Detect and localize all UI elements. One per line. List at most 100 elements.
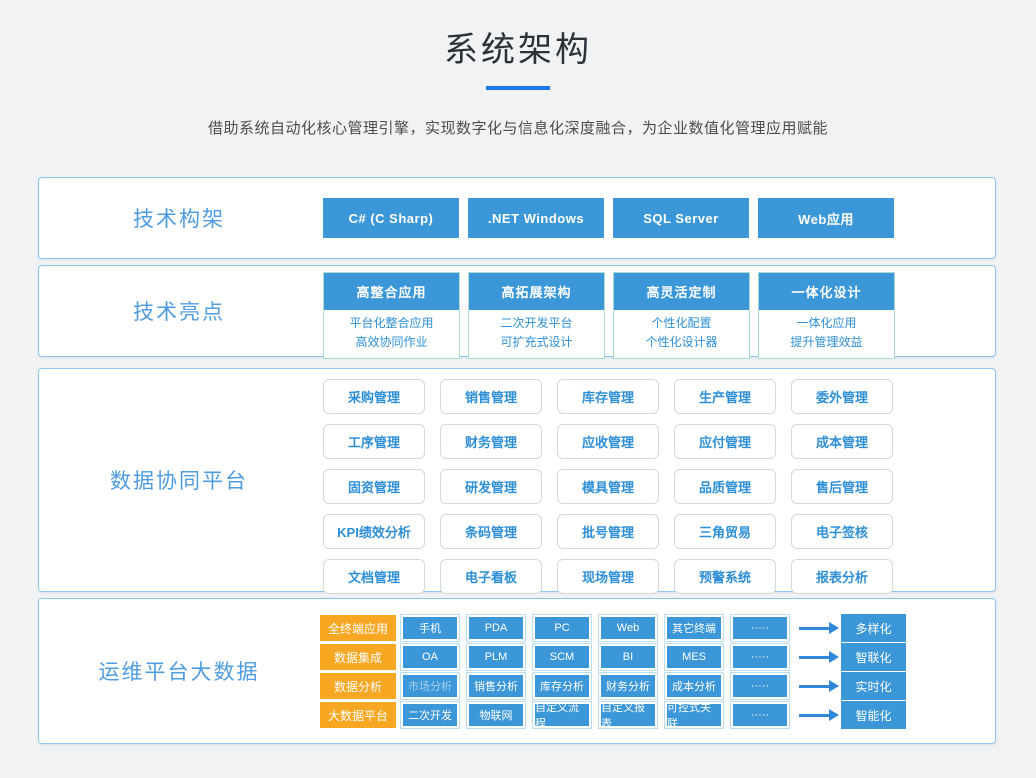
ops-item-button[interactable]: ····· bbox=[731, 644, 789, 670]
ops-item-button[interactable]: OA bbox=[401, 644, 459, 670]
ops-item-button[interactable]: 销售分析 bbox=[467, 673, 525, 699]
module-button[interactable]: 文档管理 bbox=[323, 559, 425, 594]
module-button[interactable]: 工序管理 bbox=[323, 424, 425, 459]
highlight-card-header: 一体化设计 bbox=[759, 273, 894, 310]
page-title: 系统架构 bbox=[0, 0, 1036, 71]
ops-result-button[interactable]: 智能化 bbox=[841, 701, 906, 729]
highlight-item: 个性化配置 bbox=[614, 314, 749, 333]
module-button[interactable]: 现场管理 bbox=[557, 559, 659, 594]
module-grid: 采购管理销售管理库存管理生产管理委外管理工序管理财务管理应收管理应付管理成本管理… bbox=[323, 379, 893, 594]
ops-item-button[interactable]: PC bbox=[533, 615, 591, 641]
highlight-card: 一体化设计 一体化应用 提升管理效益 bbox=[758, 272, 895, 359]
module-button[interactable]: 采购管理 bbox=[323, 379, 425, 414]
ops-item-button[interactable]: BI bbox=[599, 644, 657, 670]
highlight-card: 高灵活定制 个性化配置 个性化设计器 bbox=[613, 272, 750, 359]
ops-item-button[interactable]: 自定义流程 bbox=[533, 702, 591, 728]
highlight-card-body: 二次开发平台 可扩充式设计 bbox=[469, 310, 604, 358]
ops-item-button[interactable]: 手机 bbox=[401, 615, 459, 641]
ops-item-button[interactable]: 财务分析 bbox=[599, 673, 657, 699]
ops-item-button[interactable]: MES bbox=[665, 644, 723, 670]
ops-result-button[interactable]: 多样化 bbox=[841, 614, 906, 642]
panel-ops-bigdata: 运维平台大数据 全终端应用手机PDAPCWeb其它终端·····多样化数据集成O… bbox=[38, 598, 996, 744]
highlight-item: 二次开发平台 bbox=[469, 314, 604, 333]
page-subtitle: 借助系统自动化核心管理引擎，实现数字化与信息化深度融合，为企业数值化管理应用赋能 bbox=[0, 117, 1036, 138]
highlight-item: 一体化应用 bbox=[759, 314, 894, 333]
ops-item-button[interactable]: SCM bbox=[533, 644, 591, 670]
module-button[interactable]: 应付管理 bbox=[674, 424, 776, 459]
module-button[interactable]: 委外管理 bbox=[791, 379, 893, 414]
ops-category-chip[interactable]: 数据分析 bbox=[320, 673, 396, 699]
module-button[interactable]: 报表分析 bbox=[791, 559, 893, 594]
arrow-right-icon bbox=[799, 685, 829, 688]
module-button[interactable]: 库存管理 bbox=[557, 379, 659, 414]
highlight-item: 提升管理效益 bbox=[759, 333, 894, 352]
section-label-ops-bigdata: 运维平台大数据 bbox=[39, 599, 319, 743]
panel-tech-stack: 技术构架 C# (C Sharp) .NET Windows SQL Serve… bbox=[38, 177, 996, 259]
highlight-item: 高效协同作业 bbox=[324, 333, 459, 352]
ops-item-button[interactable]: ····· bbox=[731, 673, 789, 699]
ops-row: 全终端应用手机 PDA PC Web 其它终端 ····· 多样化 bbox=[320, 615, 906, 641]
tech-stack-button[interactable]: Web应用 bbox=[758, 198, 894, 238]
ops-item-button[interactable]: 成本分析 bbox=[665, 673, 723, 699]
ops-category-chip[interactable]: 大数据平台 bbox=[320, 702, 396, 728]
module-button[interactable]: 模具管理 bbox=[557, 469, 659, 504]
module-button[interactable]: 条码管理 bbox=[440, 514, 542, 549]
ops-item-button[interactable]: ····· bbox=[731, 615, 789, 641]
module-button[interactable]: 生产管理 bbox=[674, 379, 776, 414]
highlight-card-header: 高拓展架构 bbox=[469, 273, 604, 310]
highlight-card-header: 高整合应用 bbox=[324, 273, 459, 310]
tech-stack-button[interactable]: SQL Server bbox=[613, 198, 749, 238]
module-button[interactable]: 研发管理 bbox=[440, 469, 542, 504]
ops-item-button[interactable]: Web bbox=[599, 615, 657, 641]
module-button[interactable]: 电子签核 bbox=[791, 514, 893, 549]
ops-item-button[interactable]: 其它终端 bbox=[665, 615, 723, 641]
section-label-data-platform: 数据协同平台 bbox=[39, 369, 319, 591]
module-button[interactable]: 品质管理 bbox=[674, 469, 776, 504]
title-underline bbox=[486, 86, 550, 90]
arrow-right-icon bbox=[799, 627, 829, 630]
arrow-right-icon bbox=[799, 714, 829, 717]
ops-category-chip[interactable]: 全终端应用 bbox=[320, 615, 396, 641]
highlight-card-header: 高灵活定制 bbox=[614, 273, 749, 310]
module-button[interactable]: 成本管理 bbox=[791, 424, 893, 459]
module-button[interactable]: 三角贸易 bbox=[674, 514, 776, 549]
ops-result-button[interactable]: 智联化 bbox=[841, 643, 906, 671]
module-button[interactable]: KPI绩效分析 bbox=[323, 514, 425, 549]
ops-row: 数据分析市场分析销售分析库存分析财务分析成本分析 ····· 实时化 bbox=[320, 673, 906, 699]
ops-item-button[interactable]: 可控式关联 bbox=[665, 702, 723, 728]
ops-item-button[interactable]: 物联网 bbox=[467, 702, 525, 728]
ops-row: 数据集成OA PLM SCM BI MES ····· 智联化 bbox=[320, 644, 906, 670]
highlight-card-body: 个性化配置 个性化设计器 bbox=[614, 310, 749, 358]
module-button[interactable]: 财务管理 bbox=[440, 424, 542, 459]
tech-stack-button[interactable]: C# (C Sharp) bbox=[323, 198, 459, 238]
ops-item-button[interactable]: PLM bbox=[467, 644, 525, 670]
module-button[interactable]: 预警系统 bbox=[674, 559, 776, 594]
tech-stack-buttons: C# (C Sharp) .NET Windows SQL Server Web… bbox=[323, 198, 894, 238]
ops-item-button[interactable]: 库存分析 bbox=[533, 673, 591, 699]
ops-item-button[interactable]: 市场分析 bbox=[401, 673, 459, 699]
module-button[interactable]: 批号管理 bbox=[557, 514, 659, 549]
panel-highlights: 技术亮点 高整合应用 平台化整合应用 高效协同作业 高拓展架构 二次开发平台 可… bbox=[38, 265, 996, 357]
page-header: 系统架构 借助系统自动化核心管理引擎，实现数字化与信息化深度融合，为企业数值化管… bbox=[0, 0, 1036, 138]
ops-rows: 全终端应用手机 PDA PC Web 其它终端 ····· 多样化数据集成OA PLM SCM B… bbox=[320, 615, 906, 731]
module-button[interactable]: 售后管理 bbox=[791, 469, 893, 504]
ops-item-button[interactable]: 自定义报表 bbox=[599, 702, 657, 728]
tech-stack-button[interactable]: .NET Windows bbox=[468, 198, 604, 238]
ops-item-button[interactable]: 二次开发 bbox=[401, 702, 459, 728]
highlight-cards: 高整合应用 平台化整合应用 高效协同作业 高拓展架构 二次开发平台 可扩充式设计… bbox=[323, 272, 895, 359]
section-label-highlights: 技术亮点 bbox=[39, 266, 319, 356]
ops-item-button[interactable]: PDA bbox=[467, 615, 525, 641]
arrow-right-icon bbox=[799, 656, 829, 659]
module-button[interactable]: 电子看板 bbox=[440, 559, 542, 594]
highlight-item: 可扩充式设计 bbox=[469, 333, 604, 352]
highlight-card: 高拓展架构 二次开发平台 可扩充式设计 bbox=[468, 272, 605, 359]
module-button[interactable]: 应收管理 bbox=[557, 424, 659, 459]
ops-item-button[interactable]: ····· bbox=[731, 702, 789, 728]
ops-category-chip[interactable]: 数据集成 bbox=[320, 644, 396, 670]
highlight-card: 高整合应用 平台化整合应用 高效协同作业 bbox=[323, 272, 460, 359]
ops-result-button[interactable]: 实时化 bbox=[841, 672, 906, 700]
module-button[interactable]: 销售管理 bbox=[440, 379, 542, 414]
panel-data-platform: 数据协同平台 采购管理销售管理库存管理生产管理委外管理工序管理财务管理应收管理应… bbox=[38, 368, 996, 592]
module-button[interactable]: 固资管理 bbox=[323, 469, 425, 504]
highlight-card-body: 平台化整合应用 高效协同作业 bbox=[324, 310, 459, 358]
